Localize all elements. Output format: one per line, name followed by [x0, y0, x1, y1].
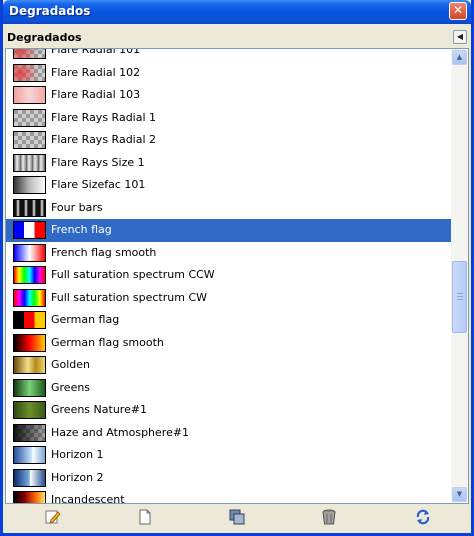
scrollbar-thumb[interactable] — [452, 261, 467, 333]
gradient-label: German flag — [51, 313, 120, 326]
gradient-label: Flare Radial 101 — [51, 49, 141, 56]
gradient-swatch — [13, 468, 46, 487]
scroll-down-button[interactable]: ▼ — [452, 487, 467, 502]
gradient-list-item[interactable]: French flag — [6, 219, 452, 242]
gradient-list-item[interactable]: Golden — [6, 354, 452, 377]
window-title: Degradados — [9, 4, 91, 18]
gradient-swatch — [13, 378, 46, 397]
gradient-list-item[interactable]: Flare Rays Radial 1 — [6, 107, 452, 130]
gradient-label: Horizon 1 — [51, 448, 104, 461]
gradient-swatch — [13, 266, 46, 284]
gradient-label: French flag — [51, 223, 112, 236]
duplicate-icon — [229, 509, 245, 525]
gradient-list-item[interactable]: Greens Nature#1 — [6, 399, 452, 422]
panel-header: Degradados ◀ — [3, 28, 471, 48]
panel-title: Degradados — [7, 31, 82, 44]
pencil-icon — [45, 510, 61, 524]
gradient-list-item[interactable]: German flag — [6, 309, 452, 332]
trash-icon — [322, 509, 336, 525]
scroll-up-button[interactable]: ▲ — [452, 50, 467, 65]
duplicate-gradient-button[interactable] — [229, 509, 245, 525]
gradient-list-item[interactable]: German flag smooth — [6, 332, 452, 355]
gradient-swatch — [13, 49, 46, 59]
vertical-scrollbar[interactable]: ▲ ▼ — [451, 49, 468, 503]
title-bar[interactable]: Degradados ✕ — [3, 0, 471, 24]
gradient-label: Golden — [51, 358, 91, 371]
gradient-swatch — [13, 221, 46, 239]
edit-gradient-button[interactable] — [45, 509, 61, 525]
gradient-label: Flare Sizefac 101 — [51, 178, 146, 191]
gradient-list-item[interactable]: Full saturation spectrum CCW — [6, 264, 452, 287]
gradient-swatch — [13, 333, 46, 352]
gradient-swatch — [13, 401, 46, 419]
gradient-swatch — [13, 311, 46, 329]
gradients-window: Degradados ✕ Degradados ◀ Flare Radial 1… — [0, 0, 474, 536]
gradient-list-item[interactable]: French flag smooth — [6, 242, 452, 265]
gradient-label: Greens Nature#1 — [51, 403, 148, 416]
gradient-list-item[interactable]: Haze and Atmosphere#1 — [6, 422, 452, 445]
gradient-list-item[interactable]: Flare Radial 103 — [6, 84, 452, 107]
gradient-label: Flare Radial 103 — [51, 88, 141, 101]
gradient-swatch — [13, 108, 46, 127]
gradient-list-item[interactable]: Flare Radial 102 — [6, 62, 452, 85]
gradient-swatch — [13, 131, 46, 149]
gradient-label: Flare Radial 102 — [51, 65, 141, 79]
gradient-list-item[interactable]: Flare Rays Radial 2 — [6, 129, 452, 152]
refresh-gradients-button[interactable] — [415, 509, 431, 525]
gradient-label: Flare Rays Radial 1 — [51, 110, 157, 124]
gradient-list-item[interactable]: Incandescent — [6, 489, 452, 503]
delete-gradient-button[interactable] — [321, 509, 337, 525]
gradient-swatch — [13, 356, 46, 374]
gradient-list-frame: Flare Radial 101 Flare Radial 102 Flare Ra… — [5, 48, 469, 504]
gradient-list-viewport: Flare Radial 101 Flare Radial 102 Flare Ra… — [6, 49, 452, 503]
gradient-swatch — [13, 423, 46, 442]
gradient-swatch — [13, 446, 46, 464]
panel-menu-button[interactable]: ◀ — [453, 30, 467, 44]
gradient-list-item[interactable]: Flare Radial 101 — [6, 49, 452, 62]
refresh-icon — [416, 509, 430, 525]
close-button[interactable]: ✕ — [449, 2, 467, 20]
new-page-icon — [139, 509, 151, 525]
gradient-label: Flare Rays Radial 2 — [51, 133, 157, 146]
gradient-swatch — [13, 86, 46, 104]
gradient-list-item[interactable]: Four bars — [6, 197, 452, 220]
gradient-list: Flare Radial 101 Flare Radial 102 Flare Ra… — [6, 49, 452, 503]
gradient-label: Four bars — [51, 200, 103, 214]
gradient-swatch — [13, 63, 46, 82]
gradient-label: French flag smooth — [51, 245, 157, 259]
gradient-list-item[interactable]: Flare Rays Size 1 — [6, 152, 452, 175]
gradient-swatch — [13, 288, 46, 307]
gradient-list-item[interactable]: Full saturation spectrum CW — [6, 287, 452, 310]
gradient-label: Full saturation spectrum CCW — [51, 268, 215, 281]
gradient-list-item[interactable]: Horizon 1 — [6, 444, 452, 467]
gradient-label: Greens — [51, 380, 91, 394]
gradient-list-item[interactable]: Horizon 2 — [6, 467, 452, 490]
gradient-swatch — [13, 243, 46, 262]
gradient-label: Haze and Atmosphere#1 — [51, 425, 190, 439]
gradient-swatch — [13, 153, 46, 172]
gradient-swatch — [13, 198, 46, 217]
gradient-list-item[interactable]: Greens — [6, 377, 452, 400]
gradient-label: Full saturation spectrum CW — [51, 290, 207, 304]
new-gradient-button[interactable] — [137, 509, 153, 525]
gradient-label: Flare Rays Size 1 — [51, 155, 145, 169]
gradient-label: German flag smooth — [51, 335, 164, 349]
gradient-label: Incandescent — [51, 493, 125, 503]
gradient-list-item[interactable]: Flare Sizefac 101 — [6, 174, 452, 197]
gradient-label: Horizon 2 — [51, 470, 104, 484]
bottom-toolbar — [3, 505, 471, 529]
gradient-swatch — [13, 176, 46, 194]
gradient-swatch — [13, 491, 46, 503]
